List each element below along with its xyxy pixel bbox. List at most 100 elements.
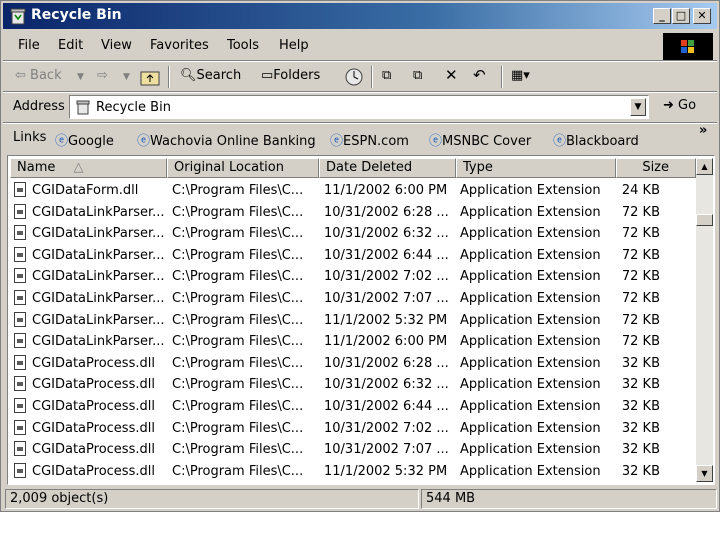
file-name: CGIDataProcess.dll <box>32 355 155 371</box>
file-date-deleted: 10/31/2002 6:44 ... <box>324 398 449 414</box>
address-dropdown-icon[interactable]: ▼ <box>630 98 646 116</box>
file-size: 72 KB <box>621 269 660 285</box>
file-date-deleted: 10/31/2002 6:32 ... <box>324 226 449 242</box>
file-location: C:\Program Files\C... <box>172 204 304 220</box>
file-name: CGIDataProcess.dll <box>32 442 155 458</box>
dll-file-icon <box>14 397 26 413</box>
file-type: Application Extension <box>460 269 601 285</box>
divider <box>3 60 717 62</box>
explorer-window: Recycle Bin _ □ ✕ File Edit View Favorit… <box>0 0 720 512</box>
file-location: C:\Program Files\C... <box>172 377 304 393</box>
file-type: Application Extension <box>460 312 601 328</box>
file-location: C:\Program Files\C... <box>172 312 304 328</box>
file-date-deleted: 10/31/2002 6:32 ... <box>324 377 449 393</box>
menu-view[interactable]: View <box>101 38 132 53</box>
views-icon[interactable]: ▦▾ <box>511 68 530 83</box>
table-row[interactable]: CGIDataProcess.dll C:\Program Files\C... 1… <box>10 461 690 483</box>
toolbar: ⇦ Back ▼ ⇨ ▼ 🔍︎Search ▭Folders ⧉ ⧉ ✕ ↶ ▦… <box>3 63 717 91</box>
links-more-icon[interactable]: » <box>699 123 707 138</box>
up-folder-icon[interactable] <box>140 68 160 86</box>
search-icon: 🔍︎ <box>180 68 197 83</box>
table-row[interactable]: CGIDataLinkParser... C:\Program Files\C..… <box>10 288 690 310</box>
close-button[interactable]: ✕ <box>693 8 711 24</box>
file-location: C:\Program Files\C... <box>172 269 304 285</box>
file-location: C:\Program Files\C... <box>172 442 304 458</box>
scroll-thumb[interactable] <box>696 214 713 226</box>
file-type: Application Extension <box>460 398 601 414</box>
undo-icon[interactable]: ↶ <box>473 66 486 84</box>
menu-tools[interactable]: Tools <box>227 38 259 53</box>
move-to-icon[interactable]: ⧉ <box>382 68 391 83</box>
copy-to-icon[interactable]: ⧉ <box>413 68 422 83</box>
table-row[interactable]: CGIDataProcess.dll C:\Program Files\C... 1… <box>10 396 690 418</box>
menu-file[interactable]: File <box>18 38 40 53</box>
address-label: Address <box>13 99 65 114</box>
dll-file-icon <box>14 203 26 219</box>
table-row[interactable]: CGIDataLinkParser... C:\Program Files\C..… <box>10 223 690 245</box>
ie-page-icon: ⓔ <box>55 134 69 149</box>
column-header-location[interactable]: Original Location <box>167 158 319 178</box>
link-msnbc[interactable]: ⓔMSNBC Cover <box>429 130 531 149</box>
history-icon[interactable] <box>343 67 365 87</box>
menu-favorites[interactable]: Favorites <box>150 38 209 53</box>
file-date-deleted: 11/1/2002 6:00 PM <box>324 334 448 350</box>
file-date-deleted: 10/31/2002 7:07 ... <box>324 442 449 458</box>
dll-file-icon <box>14 225 26 241</box>
sort-ascending-icon: △ <box>73 160 84 175</box>
file-date-deleted: 10/31/2002 7:07 ... <box>324 290 449 306</box>
forward-dropdown-icon[interactable]: ▼ <box>123 72 130 82</box>
file-size: 32 KB <box>621 463 660 479</box>
table-row[interactable]: CGIDataProcess.dll C:\Program Files\C... 1… <box>10 418 690 440</box>
menu-help[interactable]: Help <box>279 38 309 53</box>
file-size: 32 KB <box>621 420 660 436</box>
scroll-up-icon[interactable]: ▲ <box>696 158 713 175</box>
column-header-date[interactable]: Date Deleted <box>319 158 456 178</box>
table-row[interactable]: CGIDataProcess.dll C:\Program Files\C... 1… <box>10 374 690 396</box>
search-button[interactable]: 🔍︎Search <box>180 68 241 83</box>
delete-icon[interactable]: ✕ <box>445 66 458 84</box>
link-espn[interactable]: ⓔESPN.com <box>330 130 409 149</box>
table-row[interactable]: CGIDataLinkParser... C:\Program Files\C..… <box>10 331 690 353</box>
file-location: C:\Program Files\C... <box>172 420 304 436</box>
folders-label: Folders <box>273 68 321 83</box>
link-google[interactable]: ⓔGoogle <box>55 130 114 149</box>
scroll-down-icon[interactable]: ▼ <box>696 465 713 482</box>
title-bar[interactable]: Recycle Bin _ □ ✕ <box>3 3 717 29</box>
file-rows: CGIDataForm.dll C:\Program Files\C... 11/1… <box>10 180 690 482</box>
back-button[interactable]: ⇦ Back <box>15 68 62 83</box>
column-header-type[interactable]: Type <box>456 158 616 178</box>
file-date-deleted: 10/31/2002 7:02 ... <box>324 420 449 436</box>
maximize-button[interactable]: □ <box>672 8 690 24</box>
file-list[interactable]: Name △ Original Location Date Deleted Ty… <box>7 155 715 485</box>
file-date-deleted: 11/1/2002 6:00 PM <box>324 183 448 198</box>
forward-arrow-icon[interactable]: ⇨ <box>97 68 108 83</box>
table-row[interactable]: CGIDataLinkParser... C:\Program Files\C..… <box>10 310 690 332</box>
go-button[interactable]: ➜ Go <box>663 98 696 113</box>
table-row[interactable]: CGIDataLinkParser... C:\Program Files\C..… <box>10 202 690 224</box>
file-location: C:\Program Files\C... <box>172 247 304 263</box>
minimize-button[interactable]: _ <box>653 8 671 24</box>
link-label: Blackboard <box>566 134 639 149</box>
search-label: Search <box>196 68 242 83</box>
address-field[interactable]: Recycle Bin ▼ <box>69 95 649 119</box>
file-name: CGIDataProcess.dll <box>32 463 155 479</box>
column-header-size[interactable]: Size <box>616 158 696 178</box>
recycle-bin-icon <box>76 100 90 115</box>
file-date-deleted: 11/1/2002 5:32 PM <box>324 312 448 328</box>
table-row[interactable]: CGIDataProcess.dll C:\Program Files\C... 1… <box>10 353 690 375</box>
table-row[interactable]: CGIDataLinkParser... C:\Program Files\C..… <box>10 266 690 288</box>
file-size: 32 KB <box>621 398 660 414</box>
file-type: Application Extension <box>460 290 601 306</box>
link-wachovia[interactable]: ⓔWachovia Online Banking <box>137 130 316 149</box>
status-object-count: 2,009 object(s) <box>5 489 419 509</box>
table-row[interactable]: CGIDataProcess.dll C:\Program Files\C... 1… <box>10 439 690 461</box>
folders-button[interactable]: ▭Folders <box>261 68 320 83</box>
dll-file-icon <box>14 182 26 197</box>
vertical-scrollbar[interactable]: ▲ ▼ <box>696 158 713 482</box>
menu-edit[interactable]: Edit <box>58 38 83 53</box>
back-dropdown-icon[interactable]: ▼ <box>77 72 84 82</box>
column-header-name[interactable]: Name △ <box>10 158 167 178</box>
table-row[interactable]: CGIDataLinkParser... C:\Program Files\C..… <box>10 245 690 267</box>
link-blackboard[interactable]: ⓔBlackboard <box>553 130 639 149</box>
table-row[interactable]: CGIDataForm.dll C:\Program Files\C... 11/1… <box>10 180 690 202</box>
